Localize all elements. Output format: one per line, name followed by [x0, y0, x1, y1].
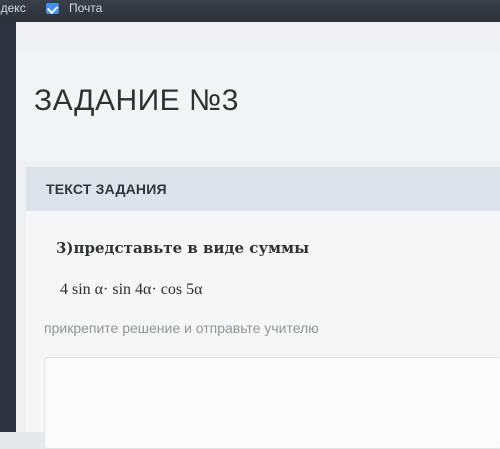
bookmark-label: ндекс [0, 1, 26, 15]
answer-area[interactable] [44, 357, 500, 449]
task-card-header-label: ТЕКСТ ЗАДАНИЯ [46, 181, 167, 197]
task-instruction: прикрепите решение и отправьте учителю [44, 320, 319, 336]
bookmark-label: Почта [69, 1, 103, 15]
task-card: ТЕКСТ ЗАДАНИЯ 3)представьте в виде суммы… [26, 167, 500, 449]
mail-icon [46, 2, 59, 14]
page-title: ЗАДАНИЕ №3 [34, 84, 239, 117]
task-card-header: ТЕКСТ ЗАДАНИЯ [26, 167, 500, 211]
task-text: 3)представьте в виде суммы [56, 239, 310, 257]
bookmark-mail[interactable]: Почта [46, 1, 102, 15]
left-sidebar-edge [0, 22, 16, 432]
page-content: ЗАДАНИЕ №3 ТЕКСТ ЗАДАНИЯ 3)представьте в… [16, 22, 500, 449]
bookmarks-bar: ндекс Почта [0, 0, 500, 22]
task-formula: 4 sin α· sin 4α· cos 5α [60, 281, 203, 298]
bookmark-yandex[interactable]: ндекс [0, 1, 26, 15]
